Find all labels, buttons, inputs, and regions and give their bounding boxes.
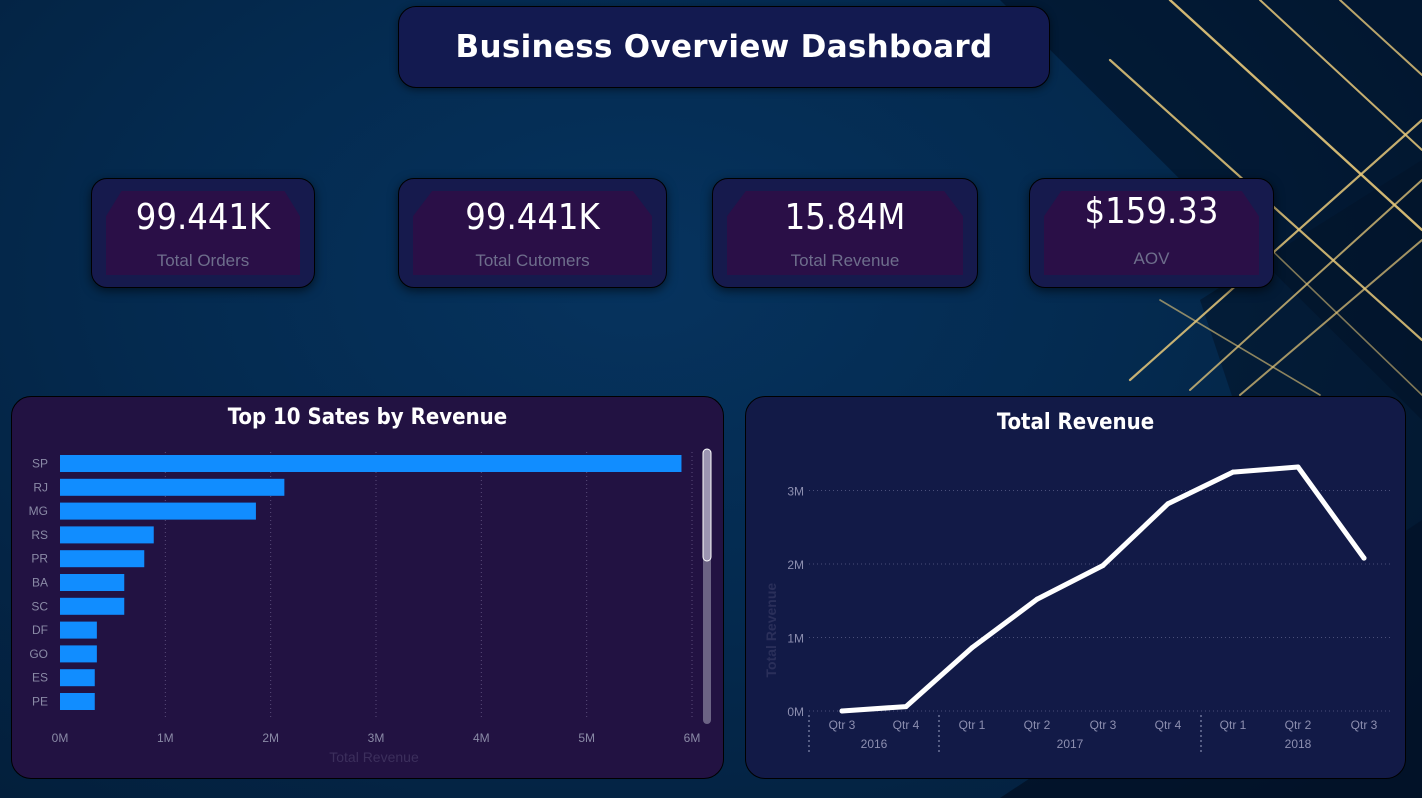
x-tick-label: 1M [157, 731, 174, 745]
data-point [1361, 555, 1367, 561]
revenue-trend-chart-panel[interactable]: Total Revenue 0M 1M 2M 3M Total Revenue Qtr 3… [745, 396, 1406, 779]
kpi-label: Total Revenue [790, 251, 900, 270]
data-point [839, 708, 845, 714]
bar [60, 597, 125, 615]
bar [60, 621, 97, 639]
y-tick-label: 1M [787, 632, 804, 646]
y-tick-label: RS [31, 528, 48, 542]
x-tick-label: 6M [684, 731, 701, 745]
scrollbar-thumb [702, 448, 712, 562]
dashboard-title: Business Overview Dashboard [455, 29, 993, 65]
y-tick-label: RJ [33, 480, 48, 494]
data-point [969, 645, 975, 651]
top-states-chart-panel[interactable]: Top 10 Sates by Revenue SP RJ MG RS PR BA SC DF… [11, 396, 724, 779]
bar [60, 455, 682, 472]
bar-chart[interactable]: SP RJ MG RS PR BA SC DF GO ES PE 0M 1M 2M 3M 4M 5M 6M Tota… [12, 397, 723, 778]
y-tick-label: PR [31, 552, 48, 566]
bar [60, 693, 95, 710]
x-group-label: 2016 [861, 737, 888, 751]
y-tick-label: 3M [787, 485, 804, 499]
x-tick-label: 4M [473, 731, 490, 745]
y-tick-label: PE [32, 695, 48, 709]
data-point [1100, 562, 1106, 568]
bar [60, 645, 97, 663]
bar [60, 526, 154, 544]
bar [60, 574, 125, 591]
x-tick-label: Qtr 3 [829, 718, 856, 732]
bar [60, 550, 145, 568]
kpi-card-total-orders[interactable]: 99.441K Total Orders [91, 178, 315, 288]
y-tick-label: 2M [787, 558, 804, 572]
x-tick-label: Qtr 2 [1285, 718, 1312, 732]
data-point [1165, 501, 1171, 507]
x-tick-label: 2M [262, 731, 279, 745]
x-tick-label: Qtr 2 [1024, 718, 1051, 732]
kpi-value: $159.33 [1084, 191, 1219, 232]
kpi-value: 99.441K [465, 197, 600, 238]
line-chart[interactable]: 0M 1M 2M 3M Total Revenue Qtr 3 Qtr 4 Qtr 1 Qtr … [746, 397, 1405, 778]
data-point [1034, 596, 1040, 602]
kpi-label: AOV [1133, 249, 1170, 268]
y-axis-label: Total Revenue [763, 583, 779, 678]
x-tick-label: Qtr 1 [959, 718, 986, 732]
kpi-value: 15.84M [784, 197, 906, 238]
kpi-card-aov[interactable]: $159.33 AOV [1029, 178, 1274, 288]
x-tick-label: 0M [52, 731, 69, 745]
x-tick-label: 5M [578, 731, 595, 745]
data-point [1295, 464, 1301, 470]
y-tick-label: SP [32, 457, 48, 471]
bar [60, 502, 256, 520]
y-tick-label: DF [32, 623, 48, 637]
data-point [903, 704, 909, 710]
dashboard-title-box: Business Overview Dashboard [398, 6, 1050, 88]
bar [60, 669, 95, 687]
data-point [1230, 469, 1236, 475]
y-tick-label: SC [31, 599, 48, 613]
kpi-card-total-revenue[interactable]: 15.84M Total Revenue [712, 178, 978, 288]
kpi-label: Total Cutomers [475, 251, 590, 270]
y-tick-label: 0M [787, 705, 804, 719]
bar [60, 478, 285, 496]
kpi-value: 99.441K [135, 197, 271, 238]
y-tick-label: ES [32, 671, 48, 685]
y-tick-label: BA [32, 576, 48, 590]
x-group-label: 2017 [1057, 737, 1084, 751]
y-tick-label: MG [29, 504, 48, 518]
kpi-label: Total Orders [156, 251, 250, 270]
y-tick-label: GO [29, 647, 48, 661]
x-tick-label: 3M [368, 731, 385, 745]
x-tick-label: Qtr 4 [893, 718, 920, 732]
x-tick-label: Qtr 1 [1220, 718, 1247, 732]
kpi-card-total-customers[interactable]: 99.441K Total Cutomers [398, 178, 667, 288]
x-group-label: 2018 [1285, 737, 1312, 751]
x-tick-label: Qtr 3 [1090, 718, 1117, 732]
x-tick-label: Qtr 3 [1351, 718, 1378, 732]
revenue-line [839, 464, 1367, 714]
x-axis-label: Total Revenue [329, 749, 419, 765]
x-tick-label: Qtr 4 [1155, 718, 1182, 732]
